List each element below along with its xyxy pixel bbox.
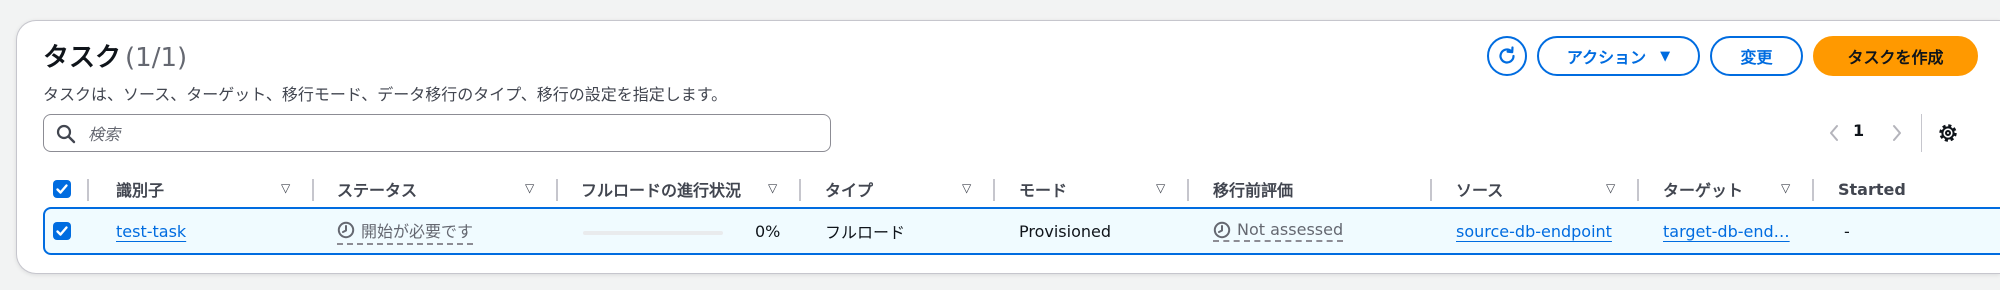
pending-clock-icon xyxy=(1213,221,1231,238)
column-header-target[interactable]: ターゲット xyxy=(1663,167,1743,211)
task-mode: Provisioned xyxy=(1019,221,1112,241)
preferences-button[interactable] xyxy=(1935,120,1961,146)
sort-caret-icon[interactable]: ▽ xyxy=(962,181,971,195)
create-task-button[interactable]: タスクを作成 xyxy=(1813,36,1978,76)
gear-icon xyxy=(1939,124,1957,142)
sort-caret-icon[interactable]: ▽ xyxy=(768,181,777,195)
pagination-divider xyxy=(1921,114,1922,152)
search-input[interactable] xyxy=(86,119,810,149)
edit-button[interactable]: 変更 xyxy=(1710,36,1803,76)
actions-label: アクション xyxy=(1566,48,1647,67)
create-label: タスクを作成 xyxy=(1847,48,1944,67)
table-row[interactable]: test-task 開始が必要です 0% フルロード Provisioned N… xyxy=(43,207,2000,255)
premigration-assessment-status[interactable]: Not assessed xyxy=(1213,220,1344,242)
sort-caret-icon[interactable]: ▽ xyxy=(1781,181,1790,195)
premigration-assessment-text: Not assessed xyxy=(1237,220,1344,239)
caret-down-icon: ▼ xyxy=(1660,48,1671,64)
full-load-progress-bar xyxy=(583,231,723,235)
chevron-right-icon xyxy=(1893,125,1901,141)
pending-clock-icon xyxy=(337,221,355,238)
checkmark-icon xyxy=(56,226,68,236)
column-divider xyxy=(87,179,89,201)
source-endpoint-link[interactable]: source-db-endpoint xyxy=(1456,222,1612,241)
sort-caret-icon[interactable]: ▽ xyxy=(1606,181,1615,195)
full-load-progress-percent: 0% xyxy=(755,221,781,241)
column-header-type[interactable]: タイプ xyxy=(825,167,873,211)
current-page-number[interactable]: 1 xyxy=(1853,121,1864,140)
column-divider[interactable] xyxy=(312,179,314,201)
tasks-panel: タスク (1/1) タスクは、ソース、ターゲット、移行モード、データ移行のタイプ、… xyxy=(16,20,2000,274)
search-field[interactable] xyxy=(43,114,831,152)
column-header-status[interactable]: ステータス xyxy=(337,167,417,211)
column-header-source[interactable]: ソース xyxy=(1456,167,1503,211)
title-text: タスク xyxy=(43,43,122,73)
column-header-started[interactable]: Started xyxy=(1838,167,1906,211)
column-divider[interactable] xyxy=(1637,179,1639,201)
column-header-full-load-progress[interactable]: フルロードの進行状況 xyxy=(581,167,741,211)
column-divider[interactable] xyxy=(1187,179,1189,201)
refresh-button[interactable] xyxy=(1487,36,1527,76)
edit-label: 変更 xyxy=(1740,48,1773,67)
row-checkbox[interactable] xyxy=(53,222,71,240)
actions-button[interactable]: アクション ▼ xyxy=(1537,36,1700,76)
refresh-icon xyxy=(1499,46,1515,64)
previous-page-button[interactable] xyxy=(1822,120,1846,146)
sort-caret-icon[interactable]: ▽ xyxy=(525,181,534,195)
search-icon xyxy=(56,124,76,144)
column-header-premigration-assessment[interactable]: 移行前評価 xyxy=(1213,167,1293,211)
sort-caret-icon[interactable]: ▽ xyxy=(281,181,290,195)
sort-caret-icon[interactable]: ▽ xyxy=(1156,181,1165,195)
started-value: - xyxy=(1844,221,1850,241)
column-header-mode[interactable]: モード xyxy=(1019,167,1067,211)
column-header-identifier[interactable]: 識別子 xyxy=(116,167,164,211)
chevron-left-icon xyxy=(1830,125,1838,141)
column-divider[interactable] xyxy=(1812,179,1814,201)
next-page-button[interactable] xyxy=(1885,120,1909,146)
task-count: (1/1) xyxy=(125,43,188,73)
page-title: タスク (1/1) xyxy=(43,37,187,74)
page-description: タスクは、ソース、ターゲット、移行モード、データ移行のタイプ、移行の設定を指定し… xyxy=(43,85,728,104)
target-endpoint-link[interactable]: target-db-end… xyxy=(1663,222,1790,241)
task-type: フルロード xyxy=(825,223,906,242)
task-status[interactable]: 開始が必要です xyxy=(337,218,474,245)
table-header: 識別子 ▽ ステータス ▽ フルロードの進行状況 ▽ タイプ ▽ モード ▽ 移… xyxy=(43,167,2000,211)
task-identifier-link[interactable]: test-task xyxy=(116,222,186,241)
checkmark-icon xyxy=(56,184,68,194)
task-status-text: 開始が必要です xyxy=(361,221,474,241)
column-divider[interactable] xyxy=(799,179,801,201)
column-divider[interactable] xyxy=(556,179,558,201)
column-divider[interactable] xyxy=(993,179,995,201)
column-divider[interactable] xyxy=(1430,179,1432,201)
select-all-checkbox[interactable] xyxy=(53,180,71,198)
